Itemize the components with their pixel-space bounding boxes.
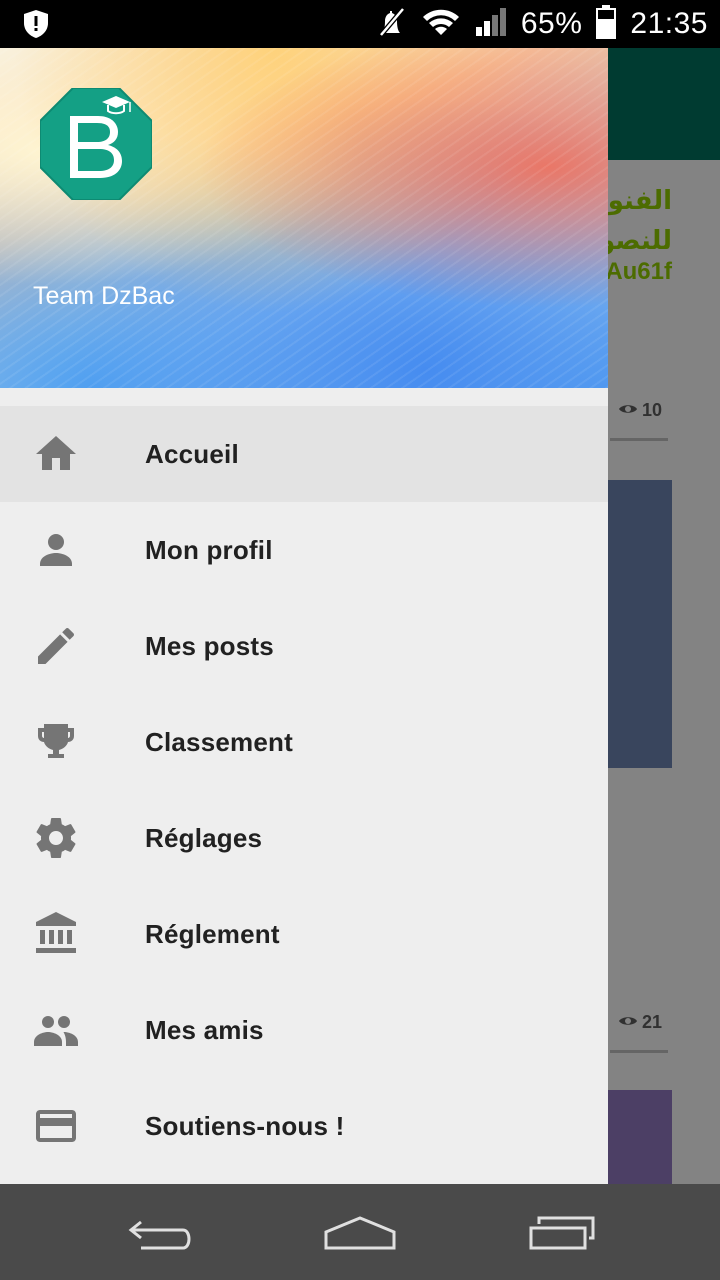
credit-card-icon — [32, 1102, 80, 1150]
shield-alert-icon — [20, 8, 52, 40]
menu-item-accueil[interactable]: Accueil — [0, 406, 608, 502]
menu-item-reglages[interactable]: Réglages — [0, 790, 608, 886]
menu-item-soutiens-nous[interactable]: Soutiens-nous ! — [0, 1078, 608, 1174]
menu-item-mes-amis[interactable]: Mes amis — [0, 982, 608, 1078]
gear-icon — [32, 814, 80, 862]
menu-item-reglement[interactable]: Réglement — [0, 886, 608, 982]
menu-item-label: Mes posts — [145, 630, 274, 661]
bank-icon — [32, 910, 80, 958]
battery-percent: 65% — [520, 7, 583, 40]
home-nav-icon[interactable] — [320, 1208, 400, 1256]
trophy-icon — [32, 718, 80, 766]
clock: 21:35 — [630, 7, 708, 40]
menu-item-label: Accueil — [145, 438, 239, 469]
menu-item-mon-profil[interactable]: Mon profil — [0, 502, 608, 598]
wifi-icon — [421, 7, 461, 42]
person-icon — [32, 526, 80, 574]
battery-icon — [596, 4, 617, 44]
header-account-name: Team DzBac — [33, 282, 175, 310]
menu-item-label: Réglages — [145, 822, 263, 853]
menu-item-label: Mes amis — [145, 1014, 264, 1045]
people-icon — [32, 1006, 80, 1054]
pencil-icon — [32, 622, 80, 670]
menu-item-mes-posts[interactable]: Mes posts — [0, 598, 608, 694]
menu-item-label: Mon profil — [145, 534, 273, 565]
drawer-menu: Accueil Mon profil Mes posts Classement … — [0, 406, 608, 1174]
system-navigation-bar — [0, 1184, 720, 1280]
recents-icon[interactable] — [522, 1208, 602, 1256]
app-logo — [39, 87, 153, 201]
signal-icon — [475, 7, 507, 42]
status-bar: 65% 21:35 — [0, 0, 720, 48]
home-icon — [32, 430, 80, 478]
menu-item-label: Classement — [145, 726, 293, 757]
back-icon[interactable] — [120, 1208, 200, 1256]
mute-icon — [377, 6, 407, 42]
menu-item-classement[interactable]: Classement — [0, 694, 608, 790]
menu-item-label: Soutiens-nous ! — [145, 1110, 345, 1141]
drawer-header: Team DzBac — [0, 48, 608, 388]
menu-item-label: Réglement — [145, 918, 280, 949]
navigation-drawer: Team DzBac Accueil Mon profil Mes posts … — [0, 48, 608, 1184]
